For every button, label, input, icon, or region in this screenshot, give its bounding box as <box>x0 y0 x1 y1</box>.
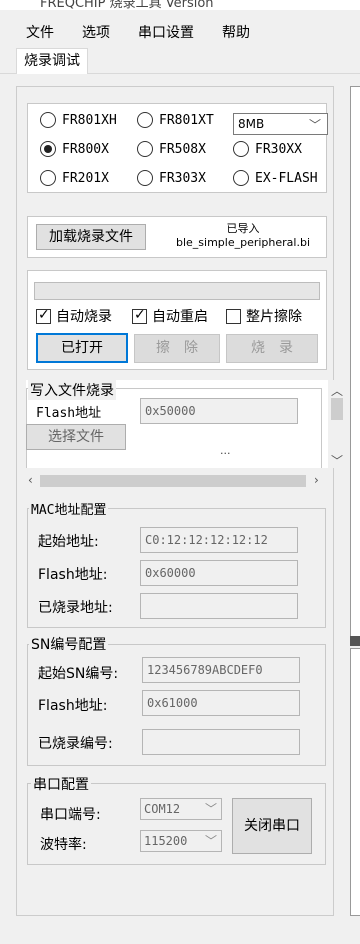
sn-flash-address-input[interactable]: 0x61000 <box>142 690 300 716</box>
chevron-down-icon: ﹀ <box>308 118 321 132</box>
sn-group-title: SN编号配置 <box>29 634 109 654</box>
open-port-button[interactable]: 已打开 <box>36 333 128 363</box>
menu-file[interactable]: 文件 <box>26 22 54 42</box>
checkbox-box <box>226 308 241 324</box>
radio-dot <box>137 170 153 186</box>
chevron-down-icon: ﹀ <box>204 834 217 848</box>
mac-group-title: MAC地址配置 <box>29 499 109 518</box>
menu-bar: 文件 选项 串口设置 帮助 <box>0 18 360 44</box>
scroll-thumb[interactable] <box>331 398 343 420</box>
radio-label: FR801XH <box>62 112 117 128</box>
scroll-thumb[interactable] <box>40 475 306 487</box>
checkbox-label: 整片擦除 <box>246 309 302 325</box>
sn-flash-label: Flash地址: <box>38 698 108 714</box>
radio-fr800x[interactable]: FR800X <box>40 141 109 157</box>
menu-serial-settings[interactable]: 串口设置 <box>138 22 194 42</box>
radio-dot <box>137 141 153 157</box>
mac-flash-address-input[interactable]: 0x60000 <box>140 560 298 586</box>
radio-fr801xh[interactable]: FR801XH <box>40 112 117 128</box>
baud-rate-label: 波特率: <box>40 837 87 853</box>
tab-burn-debug[interactable]: 烧录调试 <box>16 48 88 74</box>
mac-burned-address-input[interactable] <box>140 593 298 619</box>
close-port-button[interactable]: 关闭串口 <box>232 798 312 854</box>
log-pane-top <box>350 86 360 638</box>
select-file-button[interactable]: 选择文件 <box>26 424 126 450</box>
chevron-down-icon: ﹀ <box>204 802 217 816</box>
sn-start-input[interactable]: 123456789ABCDEF0 <box>142 657 300 683</box>
radio-label: FR800X <box>62 141 109 157</box>
write-file-group-title: 写入文件烧录 <box>28 380 116 400</box>
mac-start-address-input[interactable]: C0:12:12:12:12:12 <box>140 527 298 553</box>
full-erase-checkbox[interactable]: 整片擦除 <box>226 306 302 326</box>
radio-label: FR201X <box>62 170 109 186</box>
menu-options[interactable]: 选项 <box>82 22 110 42</box>
window-title: FREQCHIP 烧录工具 Version <box>40 0 214 10</box>
serial-group-title: 串口配置 <box>31 774 91 794</box>
radio-label: FR303X <box>159 170 206 186</box>
flash-size-select[interactable]: 8MB ﹀ <box>233 113 328 135</box>
burn-progress-bar <box>34 282 320 300</box>
horizontal-scrollbar[interactable]: ‹ › <box>26 472 328 490</box>
radio-label: FR801XT <box>159 112 214 128</box>
checkbox-box <box>132 307 147 324</box>
auto-restart-checkbox[interactable]: 自动重启 <box>132 306 208 326</box>
radio-dot <box>40 170 56 186</box>
radio-label: FR508X <box>159 141 206 157</box>
radio-dot <box>137 112 153 128</box>
checkbox-box <box>36 307 51 324</box>
sn-start-label: 起始SN编号: <box>38 666 119 682</box>
scroll-up-icon[interactable]: ︿ <box>331 382 343 399</box>
auto-burn-checkbox[interactable]: 自动烧录 <box>36 306 112 326</box>
radio-dot <box>233 141 249 157</box>
radio-fr303x[interactable]: FR303X <box>137 170 206 186</box>
checkbox-label: 自动烧录 <box>56 309 112 325</box>
radio-label: EX-FLASH <box>255 170 318 186</box>
sn-burned-label: 已烧录编号: <box>38 736 113 752</box>
erase-button[interactable]: 擦除 <box>134 334 220 363</box>
serial-port-select[interactable]: COM12 ﹀ <box>140 798 222 820</box>
radio-fr201x[interactable]: FR201X <box>40 170 109 186</box>
scroll-down-icon[interactable]: ﹀ <box>331 452 343 469</box>
load-status: 已导入 <box>226 222 260 235</box>
radio-dot <box>40 141 56 157</box>
sn-burned-input[interactable] <box>142 729 300 755</box>
write-file-scroll-area: 写入文件烧录 Flash地址 0x50000 选择文件 ... <box>26 380 328 468</box>
baud-rate-select[interactable]: 115200 ﹀ <box>140 830 222 852</box>
serial-port-label: 串口端号: <box>40 807 101 823</box>
checkbox-label: 自动重启 <box>152 309 208 325</box>
file-path-ellipsis: ... <box>220 444 231 457</box>
radio-label: FR30XX <box>255 141 302 157</box>
baud-rate-value: 115200 <box>144 834 188 848</box>
title-bar: FREQCHIP 烧录工具 Version <box>0 0 360 10</box>
pane-divider[interactable] <box>350 636 360 646</box>
serial-port-value: COM12 <box>144 802 181 816</box>
radio-fr801xt[interactable]: FR801XT <box>137 112 214 128</box>
write-flash-address-input[interactable]: 0x50000 <box>140 398 298 424</box>
radio-fr508x[interactable]: FR508X <box>137 141 206 157</box>
flash-size-value: 8MB <box>238 117 265 131</box>
menu-help[interactable]: 帮助 <box>222 22 250 42</box>
scroll-right-icon[interactable]: › <box>314 473 319 487</box>
vertical-scrollbar[interactable]: ︿ ﹀ <box>328 380 346 468</box>
app-window: FREQCHIP 烧录工具 Version 文件 选项 串口设置 帮助 烧录调试… <box>0 0 360 944</box>
log-pane-bottom <box>350 648 360 916</box>
mac-flash-label: Flash地址: <box>38 567 108 583</box>
burn-button[interactable]: 烧录 <box>226 334 318 363</box>
tab-bar: 烧录调试 <box>0 46 360 74</box>
radio-dot <box>40 112 56 128</box>
loaded-filename: ble_simple_peripheral.bi <box>175 236 311 249</box>
radio-fr30xx[interactable]: FR30XX <box>233 141 302 157</box>
radio-ex-flash[interactable]: EX-FLASH <box>233 170 318 186</box>
mac-burned-label: 已烧录地址: <box>38 600 113 616</box>
write-flash-label: Flash地址 <box>36 406 102 421</box>
mac-start-label: 起始地址: <box>38 534 99 550</box>
load-file-button[interactable]: 加载烧录文件 <box>36 224 146 250</box>
radio-dot <box>233 170 249 186</box>
scroll-left-icon[interactable]: ‹ <box>28 473 33 487</box>
